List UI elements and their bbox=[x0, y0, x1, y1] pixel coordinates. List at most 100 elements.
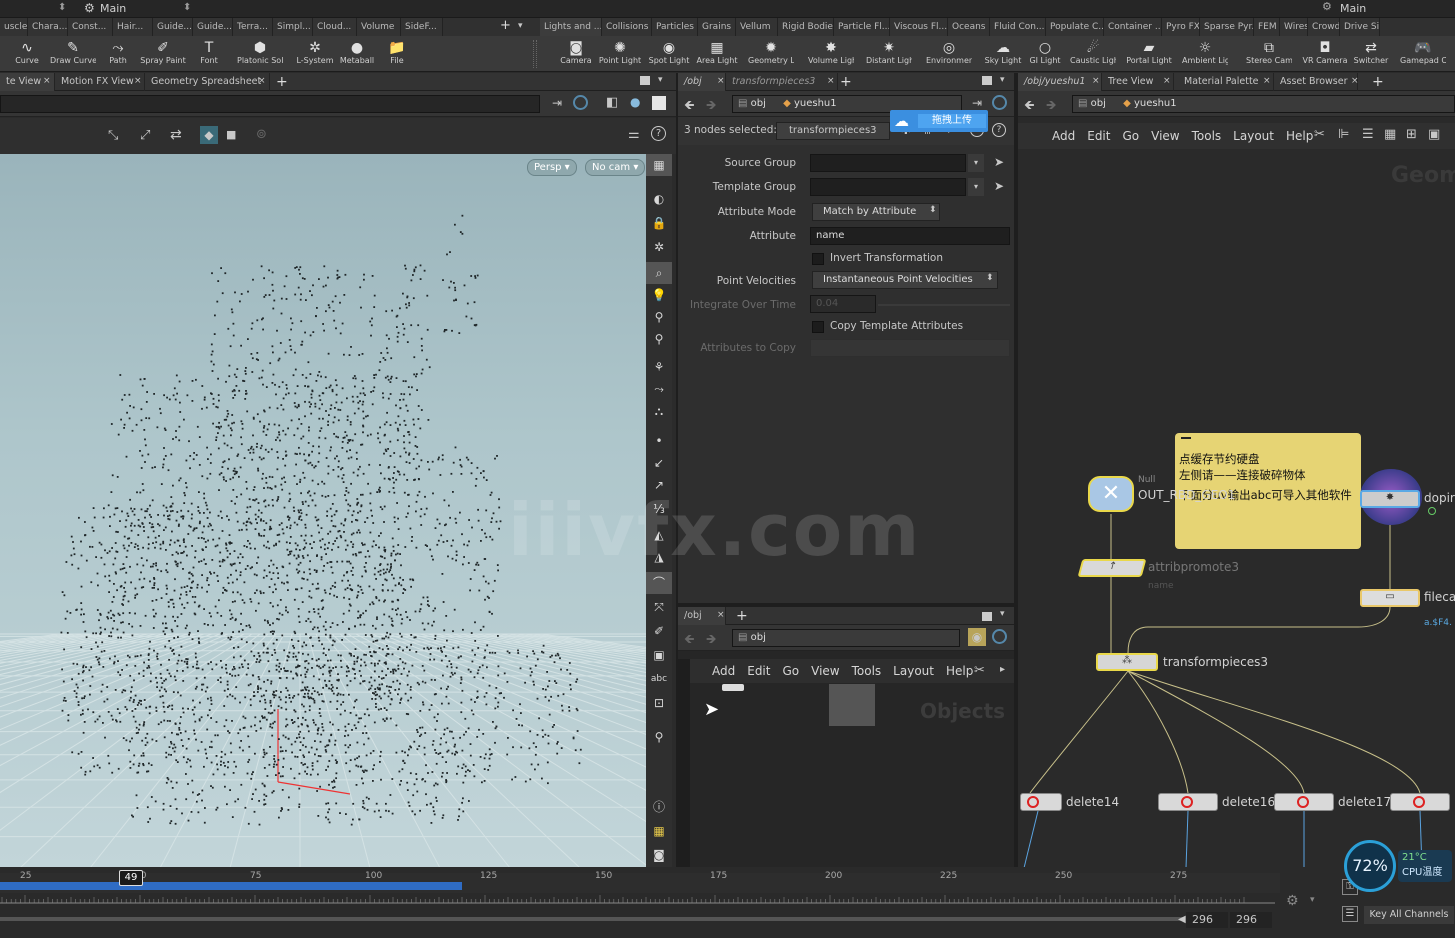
close-icon[interactable]: × bbox=[827, 76, 835, 86]
shelf-tool-right-10[interactable]: ☄Caustic Light bbox=[1070, 36, 1116, 72]
tiles-icon[interactable]: ⊞ bbox=[1406, 127, 1417, 142]
link-icon[interactable] bbox=[992, 629, 1007, 644]
path-obj[interactable]: obj bbox=[1091, 98, 1106, 109]
dopnet-label[interactable]: dopir bbox=[1424, 491, 1455, 505]
shelf-tool-right-1[interactable]: ✺ Point Light bbox=[597, 36, 643, 72]
point-velocities-select[interactable]: Instantaneous Point Velocities bbox=[812, 271, 998, 289]
desktop-label[interactable]: Main bbox=[100, 2, 126, 15]
shelf-tool-right-7[interactable]: ◎Environment Light bbox=[926, 36, 972, 72]
filecache-label[interactable]: fileca bbox=[1424, 590, 1455, 604]
shelf-menu-icon[interactable]: ▾ bbox=[518, 21, 523, 31]
select-tool-icon[interactable]: ⤡ bbox=[108, 128, 118, 143]
move-tool-icon[interactable]: ⤢ bbox=[140, 128, 150, 143]
shelf-tool-right-4[interactable]: ✹Geometry Light bbox=[748, 36, 794, 72]
pin-icon[interactable]: ⇥ bbox=[552, 96, 562, 110]
shelf-tool-left-8[interactable]: 📁 File bbox=[374, 36, 420, 72]
zoom-icon[interactable]: ⌕ bbox=[646, 262, 672, 284]
objects-path-field[interactable]: ▤ obj bbox=[732, 629, 960, 647]
shelf-tool-right-0[interactable]: ◙ Camera bbox=[553, 36, 599, 72]
pin-icon[interactable]: ⇥ bbox=[972, 96, 982, 110]
close-icon[interactable]: × bbox=[1092, 76, 1100, 86]
attribpromote-node[interactable]: ↑ bbox=[1077, 559, 1147, 577]
transformpieces-label[interactable]: transformpieces3 bbox=[1163, 655, 1268, 669]
shelf-tab-left-9[interactable]: Volume bbox=[357, 18, 401, 36]
pane-menu-icon[interactable] bbox=[640, 76, 650, 85]
scrollbar-track[interactable] bbox=[0, 917, 1185, 921]
shelf-tab-right-8[interactable]: Oceans bbox=[948, 18, 990, 36]
attribute-mode-select[interactable]: Match by Attribute bbox=[812, 203, 940, 221]
source-group-select-icon[interactable]: ➤ bbox=[994, 155, 1004, 169]
right-desktop-icon[interactable]: ⚙ bbox=[1322, 0, 1332, 13]
shelf-tool-left-3[interactable]: ✐ Spray Paint bbox=[140, 36, 186, 72]
delete18-node[interactable] bbox=[1390, 793, 1450, 811]
menu-help[interactable]: Help bbox=[946, 664, 973, 678]
shelf-tab-left-5[interactable]: Guide... bbox=[193, 18, 233, 36]
path-node[interactable]: yueshu1 bbox=[1134, 98, 1177, 109]
shelf-tool-right-8[interactable]: ☁ Sky Light bbox=[980, 36, 1026, 72]
pane-dropdown-icon[interactable]: ▾ bbox=[658, 75, 663, 85]
tab-asset-browser[interactable]: Asset Browser bbox=[1274, 73, 1358, 91]
close-icon[interactable]: × bbox=[717, 76, 725, 86]
null-node[interactable]: ✕ bbox=[1088, 476, 1134, 512]
shelf-tab-left-7[interactable]: Simpl... bbox=[273, 18, 313, 36]
snap-icon[interactable]: ✲ bbox=[646, 236, 672, 258]
camera-menu[interactable]: No cam ▾ bbox=[585, 159, 646, 176]
back-icon[interactable]: 🡸 bbox=[684, 96, 695, 118]
dopnet-node-body[interactable]: ✸ bbox=[1360, 490, 1420, 508]
shelf-tab-left-3[interactable]: Hair... bbox=[113, 18, 153, 36]
pane-divider[interactable] bbox=[676, 73, 678, 868]
add-tab-icon[interactable]: + bbox=[1372, 74, 1384, 90]
menu-go[interactable]: Go bbox=[1122, 129, 1139, 143]
shelf-tab-left-2[interactable]: Const... bbox=[68, 18, 113, 36]
close-icon[interactable]: × bbox=[1263, 76, 1271, 86]
end-frame-field-2[interactable]: 296 bbox=[1230, 912, 1272, 928]
network-icon[interactable]: ◉ bbox=[968, 628, 986, 646]
playback-dropdown-icon[interactable]: ▾ bbox=[1310, 895, 1315, 905]
settings-tool-icon[interactable]: ⚌ bbox=[628, 127, 640, 142]
key-icon-2[interactable]: ☰ bbox=[1342, 906, 1358, 922]
record-tool-icon[interactable]: ⊚ bbox=[256, 127, 267, 142]
transformpieces-node[interactable]: ⁂ bbox=[1096, 653, 1158, 671]
shelf-tab-right-15[interactable]: Wires bbox=[1280, 18, 1308, 36]
close-icon[interactable]: × bbox=[134, 76, 142, 86]
menu-layout[interactable]: Layout bbox=[893, 664, 934, 678]
playback-settings-icon[interactable]: ⚙ bbox=[1286, 893, 1299, 909]
bulb-icon[interactable]: ⚲ bbox=[646, 306, 672, 328]
range-arrow-icon[interactable]: ◀ bbox=[1178, 914, 1186, 925]
persp-menu[interactable]: Persp ▾ bbox=[527, 159, 577, 176]
close-icon[interactable]: × bbox=[258, 76, 266, 86]
forward-icon[interactable]: 🡺 bbox=[706, 630, 717, 652]
menu-edit[interactable]: Edit bbox=[1087, 129, 1110, 143]
lock-icon[interactable]: 🔒 bbox=[646, 212, 672, 234]
tool-bg-icon[interactable]: ▦ bbox=[646, 154, 672, 176]
shelf-tool-left-2[interactable]: ⤳ Path bbox=[95, 36, 141, 72]
shading-icon[interactable]: ● bbox=[630, 95, 640, 109]
shelf-tool-left-0[interactable]: ∿ Curve bbox=[4, 36, 50, 72]
shelf-tab-right-10[interactable]: Populate C... bbox=[1046, 18, 1104, 36]
filecache-node[interactable]: ▭ bbox=[1360, 589, 1420, 607]
shelf-tab-right-11[interactable]: Container ... bbox=[1104, 18, 1162, 36]
source-group-dropdown[interactable]: ▾ bbox=[968, 154, 984, 172]
thumbnail-icon[interactable]: ▣ bbox=[1428, 127, 1440, 142]
shelf-tab-right-6[interactable]: Particle Fl... bbox=[834, 18, 890, 36]
menu-view[interactable]: View bbox=[1151, 129, 1179, 143]
template-group-select-icon[interactable]: ➤ bbox=[994, 179, 1004, 193]
link-icon[interactable] bbox=[992, 95, 1007, 110]
menu-tools[interactable]: Tools bbox=[1192, 129, 1222, 143]
number-icon[interactable]: ⅓ bbox=[646, 498, 672, 520]
grid-icon[interactable]: ▦ bbox=[1384, 127, 1396, 142]
network-path-field[interactable]: ▤ obj ◆ yueshu1 bbox=[1072, 95, 1455, 113]
menu-go[interactable]: Go bbox=[782, 664, 799, 678]
attribpromote-label[interactable]: attribpromote3 bbox=[1148, 560, 1239, 574]
current-frame-marker[interactable]: 49 bbox=[119, 870, 143, 886]
shelf-tab-right-14[interactable]: FEM bbox=[1254, 18, 1280, 36]
list-icon[interactable]: ☰ bbox=[1362, 127, 1374, 142]
add-shelf-icon[interactable]: + bbox=[500, 18, 511, 33]
template-group-field[interactable] bbox=[810, 178, 966, 196]
mini-node[interactable] bbox=[722, 684, 744, 691]
right-desktop-label[interactable]: Main bbox=[1340, 2, 1366, 15]
delete16-node[interactable] bbox=[1158, 793, 1218, 811]
pane-menu-icon[interactable] bbox=[982, 612, 992, 621]
brush-icon[interactable]: ✐ bbox=[646, 620, 672, 642]
add-tab-icon[interactable]: + bbox=[736, 608, 748, 624]
